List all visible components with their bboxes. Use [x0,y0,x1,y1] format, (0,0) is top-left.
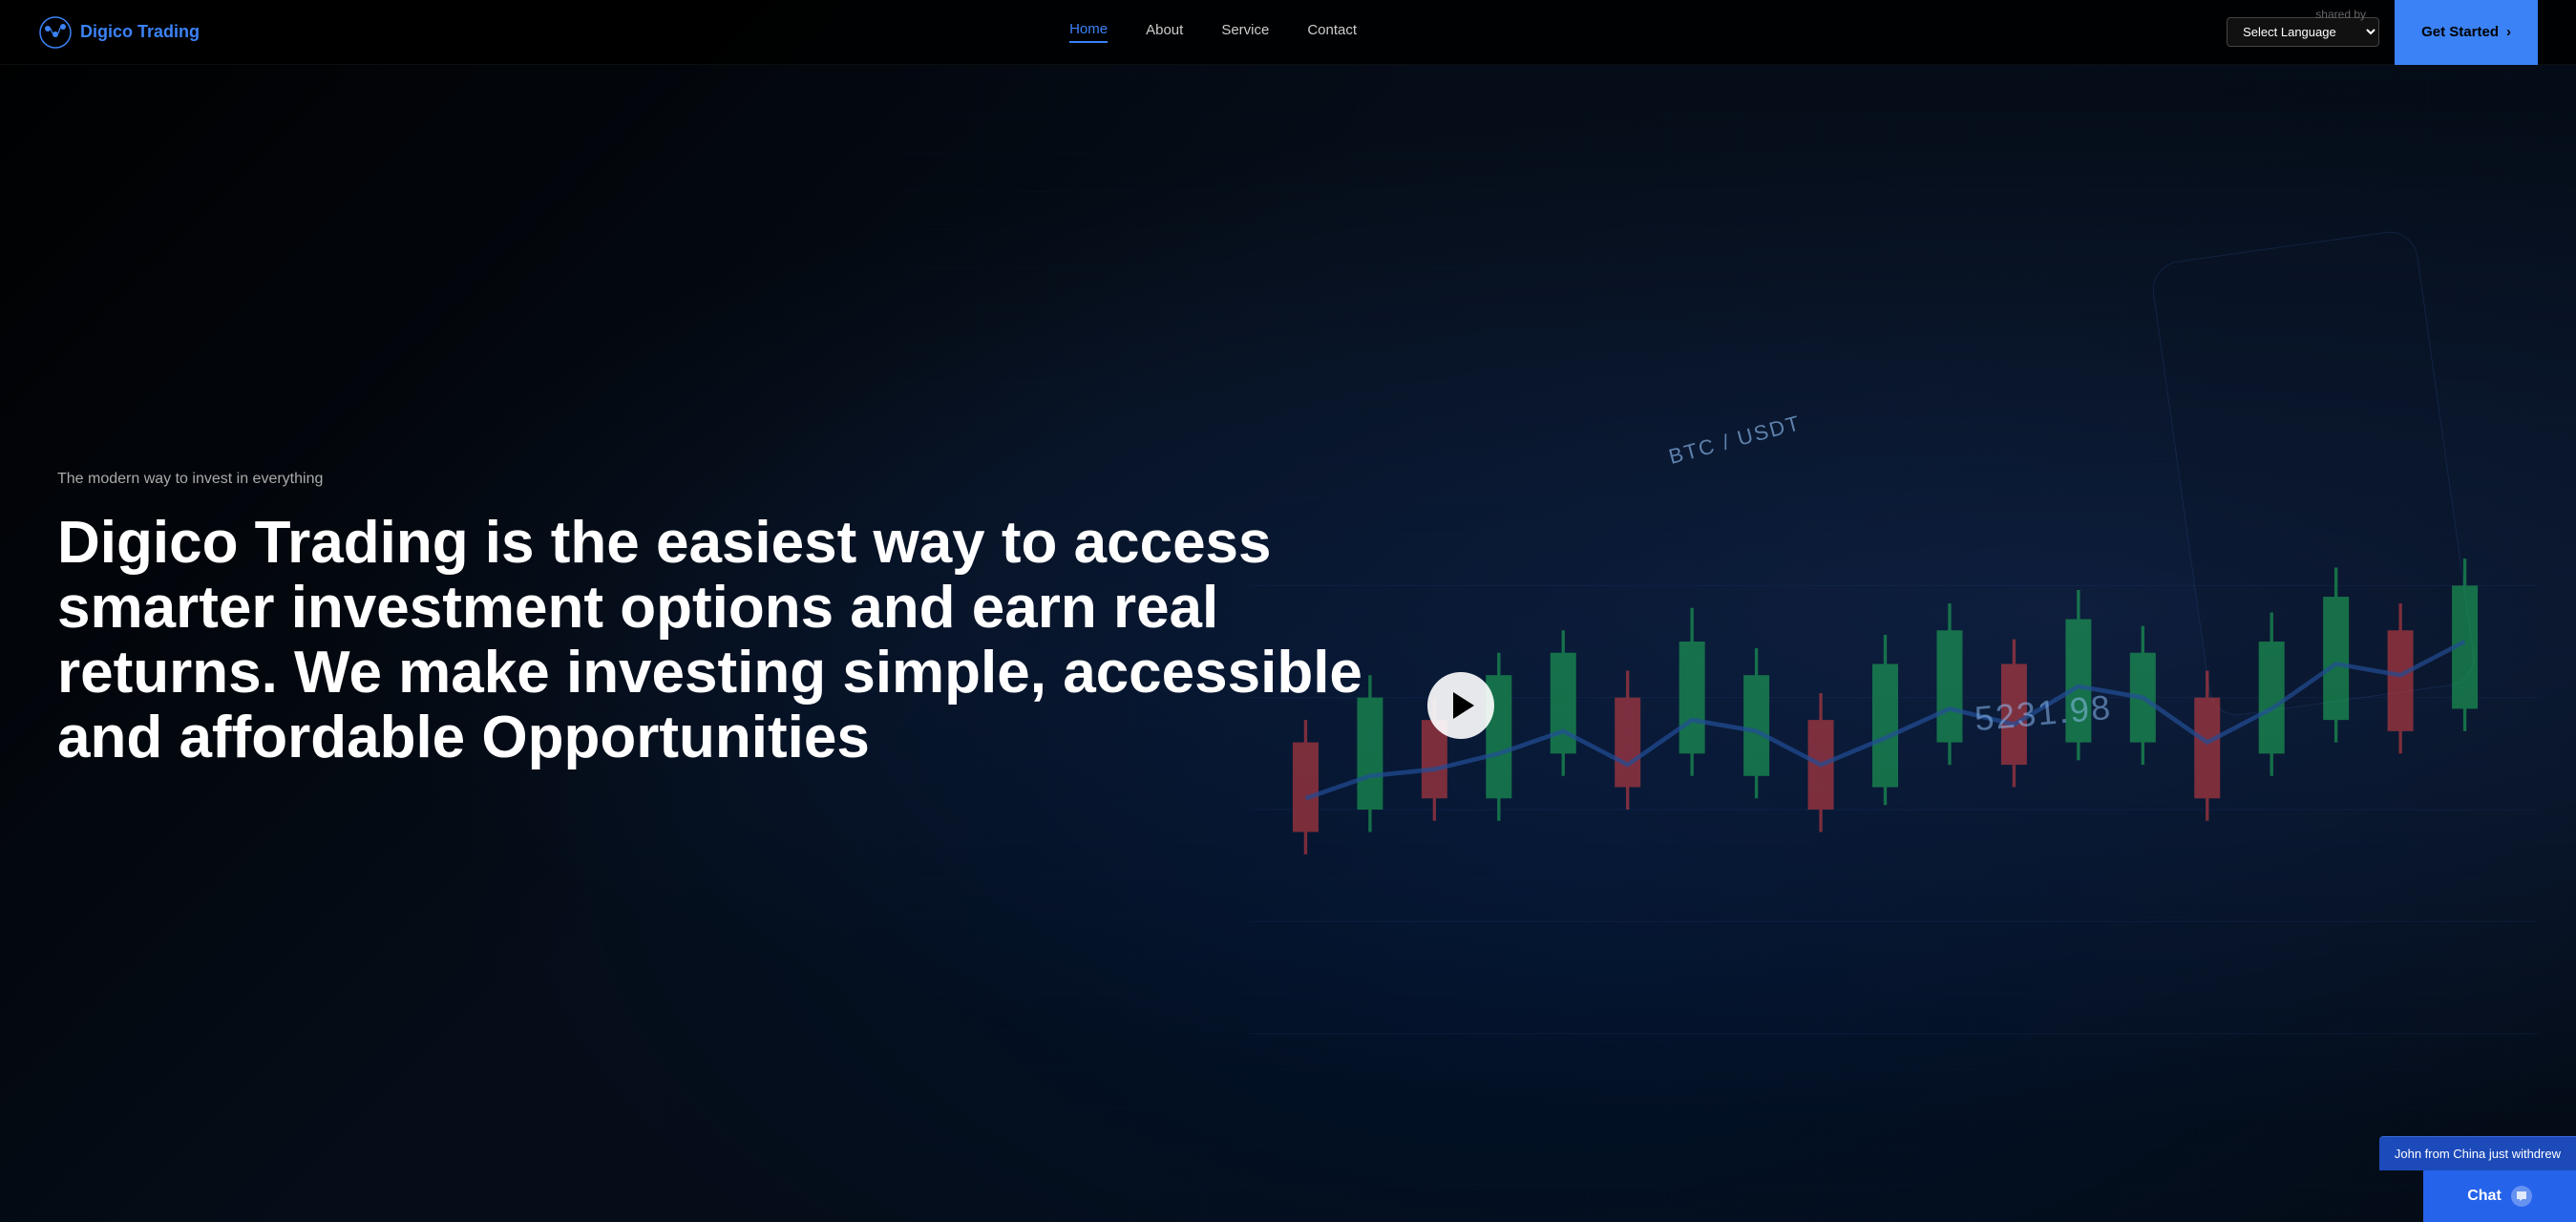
nav-home[interactable]: Home [1069,21,1108,43]
logo-icon [38,15,73,50]
brand-name: Digico Trading [80,22,200,42]
hero-subtitle: The modern way to invest in everything [57,471,1411,488]
chat-notification: John from China just withdrew [2379,1136,2576,1170]
navbar: Digico Trading Home About Service Contac… [0,0,2576,65]
play-icon [1453,692,1474,719]
shared-by-text: shared by [2315,8,2366,21]
chat-label: Chat [2467,1188,2502,1205]
nav-contact[interactable]: Contact [1307,22,1357,42]
nav-about[interactable]: About [1146,22,1183,42]
nav-links: Home About Service Contact [1069,21,1357,43]
brand-area: Digico Trading [38,15,200,50]
navbar-right: shared by Select Language English Chines… [2227,0,2538,65]
chat-button[interactable]: Chat [2423,1170,2576,1222]
get-started-label: Get Started [2421,24,2499,40]
chat-widget: John from China just withdrew Chat [2379,1136,2576,1222]
hero-content: The modern way to invest in everything D… [57,471,1411,810]
get-started-arrow: › [2506,24,2511,40]
nav-service[interactable]: Service [1221,22,1269,42]
language-select[interactable]: Select Language English Chinese Spanish … [2227,17,2379,47]
chart-visual [1250,474,2538,1146]
hero-section: BTC / USDT 5231.98 [0,0,2576,1222]
get-started-button[interactable]: Get Started › [2395,0,2538,65]
hero-title: Digico Trading is the easiest way to acc… [57,511,1411,771]
play-button[interactable] [1427,672,1494,739]
chat-bubble-icon [2511,1186,2532,1207]
